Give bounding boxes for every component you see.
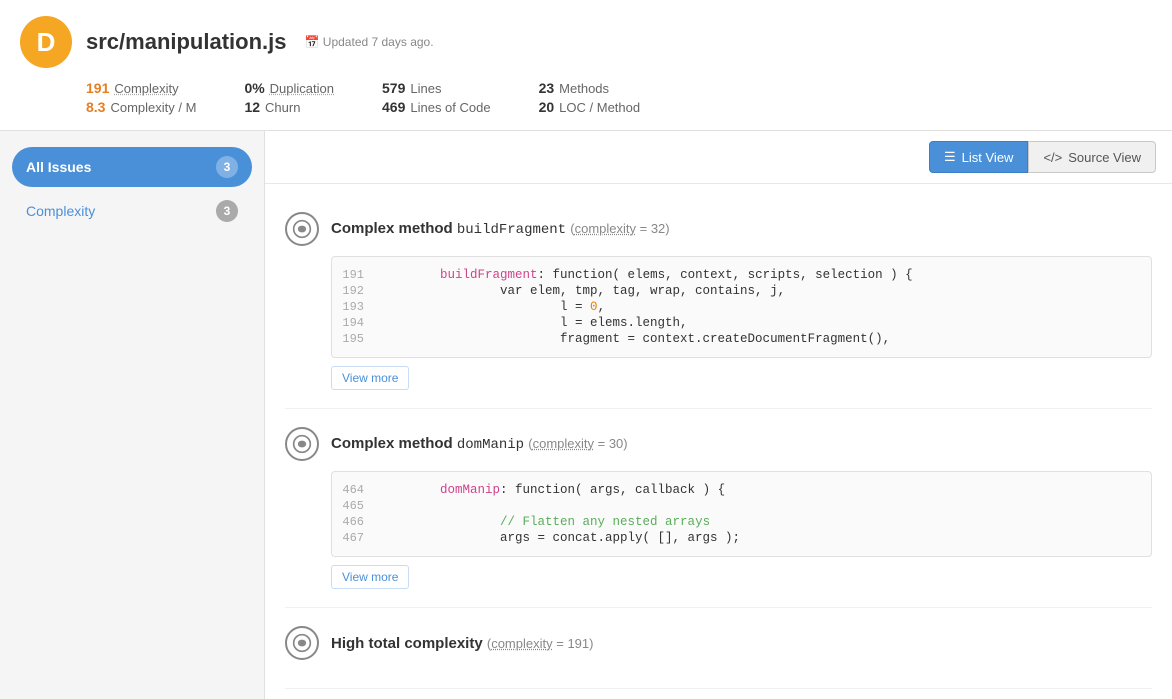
code-line: 193 l = 0, [332, 299, 1151, 315]
sidebar-item-all-issues-badge: 3 [216, 156, 238, 178]
code-line: 195 fragment = context.createDocumentFra… [332, 331, 1151, 347]
issue-card-3: High total complexity (complexity = 191) [285, 608, 1152, 689]
loc-label: Lines of Code [410, 100, 490, 115]
code-line: 192 var elem, tmp, tag, wrap, contains, … [332, 283, 1151, 299]
sidebar: All Issues 3 Complexity 3 [0, 131, 265, 699]
code-line: 467 args = concat.apply( [], args ); [332, 530, 1151, 546]
lines-value: 579 [382, 80, 405, 96]
methods-label: Methods [559, 81, 609, 96]
churn-label: Churn [265, 100, 300, 115]
methods-value: 23 [539, 80, 555, 96]
code-line: 191 buildFragment: function( elems, cont… [332, 267, 1151, 283]
stat-duplication: 0% Duplication [244, 80, 334, 96]
complexity-label: Complexity [114, 81, 178, 96]
issue-title-1: Complex method buildFragment (complexity… [331, 220, 670, 238]
sidebar-item-complexity[interactable]: Complexity 3 [12, 191, 252, 231]
content-area: ☰ List View </> Source View [265, 131, 1172, 699]
stat-churn: 12 Churn [244, 99, 334, 115]
code-line: 464 domManip: function( args, callback )… [332, 482, 1151, 498]
code-line: 194 l = elems.length, [332, 315, 1151, 331]
avatar: D [20, 16, 72, 68]
view-more-button-2[interactable]: View more [331, 565, 409, 589]
sidebar-item-all-issues-label: All Issues [26, 159, 91, 175]
stats-row: 191 Complexity 8.3 Complexity / M 0% Dup… [20, 80, 1152, 118]
toolbar-row: ☰ List View </> Source View [265, 131, 1172, 184]
complexity-m-label: Complexity / M [110, 100, 196, 115]
stat-loc: 469 Lines of Code [382, 99, 491, 115]
stat-group-lines: 579 Lines 469 Lines of Code [382, 80, 491, 118]
duplication-label: Duplication [270, 81, 334, 96]
stat-complexity-m: 8.3 Complexity / M [86, 99, 196, 115]
header: D src/manipulation.js 📅 Updated 7 days a… [0, 0, 1172, 131]
duplication-value: 0% [244, 80, 264, 96]
code-line: 465 [332, 498, 1151, 514]
source-view-button[interactable]: </> Source View [1028, 141, 1156, 173]
list-view-icon: ☰ [944, 149, 956, 165]
stat-group-complexity: 191 Complexity 8.3 Complexity / M [86, 80, 196, 118]
complex-method-icon-2 [285, 427, 319, 461]
stat-group-duplication: 0% Duplication 12 Churn [244, 80, 334, 118]
view-more-button-1[interactable]: View more [331, 366, 409, 390]
sidebar-item-all-issues[interactable]: All Issues 3 [12, 147, 252, 187]
issue-header-2: Complex method domManip (complexity = 30… [285, 427, 1152, 461]
sidebar-item-complexity-label: Complexity [26, 203, 95, 219]
complexity-value: 191 [86, 80, 109, 96]
issue-card-1: Complex method buildFragment (complexity… [285, 194, 1152, 409]
source-view-icon: </> [1043, 150, 1062, 165]
complexity-m-value: 8.3 [86, 99, 105, 115]
code-line: 466 // Flatten any nested arrays [332, 514, 1151, 530]
stat-loc-method: 20 LOC / Method [539, 99, 641, 115]
stat-complexity: 191 Complexity [86, 80, 196, 96]
complex-method-icon-1 [285, 212, 319, 246]
sidebar-item-complexity-badge: 3 [216, 200, 238, 222]
stat-methods: 23 Methods [539, 80, 641, 96]
loc-value: 469 [382, 99, 405, 115]
list-view-button[interactable]: ☰ List View [929, 141, 1028, 173]
stat-group-methods: 23 Methods 20 LOC / Method [539, 80, 641, 118]
issues-list: Complex method buildFragment (complexity… [265, 184, 1172, 699]
calendar-icon: 📅 [305, 35, 320, 49]
stat-lines: 579 Lines [382, 80, 491, 96]
loc-method-value: 20 [539, 99, 555, 115]
high-complexity-icon [285, 626, 319, 660]
loc-method-label: LOC / Method [559, 100, 640, 115]
issue-header-3: High total complexity (complexity = 191) [285, 626, 1152, 660]
churn-value: 12 [244, 99, 260, 115]
main-layout: All Issues 3 Complexity 3 ☰ List View </… [0, 131, 1172, 699]
issue-title-2: Complex method domManip (complexity = 30… [331, 435, 628, 453]
lines-label: Lines [410, 81, 441, 96]
issue-title-3: High total complexity (complexity = 191) [331, 635, 593, 652]
file-title: src/manipulation.js [86, 29, 287, 55]
code-block-1: 191 buildFragment: function( elems, cont… [331, 256, 1152, 358]
issue-card-2: Complex method domManip (complexity = 30… [285, 409, 1152, 608]
code-block-2: 464 domManip: function( args, callback )… [331, 471, 1152, 557]
updated-text: 📅 Updated 7 days ago. [295, 35, 434, 49]
issue-header-1: Complex method buildFragment (complexity… [285, 212, 1152, 246]
